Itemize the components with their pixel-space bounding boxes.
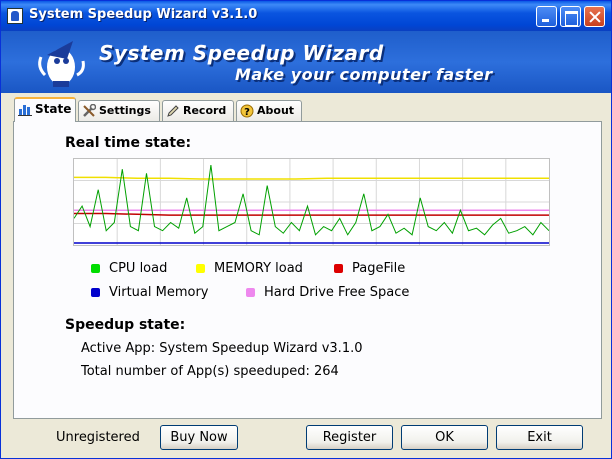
active-app-value: System Speedup Wizard v3.1.0 [159,341,363,356]
series-line-pagefile [74,212,549,216]
realtime-chart [73,158,550,246]
banner-title: System Speedup Wizard [99,41,384,65]
wizard-mascot-icon [38,41,85,87]
active-app-row: Active App: System Speedup Wizard v3.1.0 [81,341,363,356]
active-app-label: Active App: [81,341,156,356]
total-speedup-label: Total number of App(s) speeduped: [81,364,310,379]
legend-pagefile-label: PageFile [352,261,406,276]
legend-hdd-free-swatch [246,288,255,297]
tools-icon [83,104,96,117]
legend-cpu-label: CPU load [109,261,168,276]
close-button[interactable] [584,6,605,27]
main-window: System Speedup Wizard v3.1.0 System Spee… [0,0,612,459]
window-title: System Speedup Wizard v3.1.0 [29,7,258,22]
total-speedup-row: Total number of App(s) speeduped: 264 [81,364,339,379]
title-bar[interactable]: System Speedup Wizard v3.1.0 [1,1,611,31]
svg-text:?: ? [244,107,250,118]
tab-state[interactable]: State [14,97,76,122]
realtime-chart-svg [74,159,549,245]
legend-memory-swatch [196,264,205,273]
tab-state-label: State [35,102,72,116]
state-icon [18,105,32,116]
tab-about[interactable]: ? About [236,100,302,121]
legend-memory-label: MEMORY load [214,261,303,276]
tab-about-label: About [257,104,295,117]
maximize-button[interactable] [560,6,581,27]
state-panel: Real time state: CPU load MEMORY load Pa… [13,121,602,419]
legend-virtual-memory-label: Virtual Memory [109,285,209,300]
buy-now-button[interactable]: Buy Now [160,425,238,450]
legend-cpu-swatch [91,264,100,273]
legend-virtual-memory-swatch [91,288,100,297]
minimize-button[interactable] [536,6,557,27]
tab-settings-label: Settings [99,104,151,117]
tab-record-label: Record [183,104,227,117]
ok-button[interactable]: OK [401,425,488,450]
header-banner: System Speedup Wizard Make your computer… [1,31,611,93]
realtime-state-heading: Real time state: [65,135,192,151]
registration-status: Unregistered [56,430,140,445]
total-speedup-value: 264 [314,364,339,379]
series-line-cpu-load [74,165,549,236]
banner-subtitle: Make your computer faster [235,65,493,84]
tab-settings[interactable]: Settings [78,100,160,121]
register-button[interactable]: Register [306,425,393,450]
speedup-state-heading: Speedup state: [65,317,186,333]
app-icon[interactable] [7,8,23,24]
help-icon: ? [240,104,254,118]
pencil-icon [167,105,179,117]
tab-record[interactable]: Record [162,100,234,121]
legend-hdd-free-label: Hard Drive Free Space [264,285,410,300]
legend-pagefile-swatch [334,264,343,273]
exit-button[interactable]: Exit [496,425,583,450]
